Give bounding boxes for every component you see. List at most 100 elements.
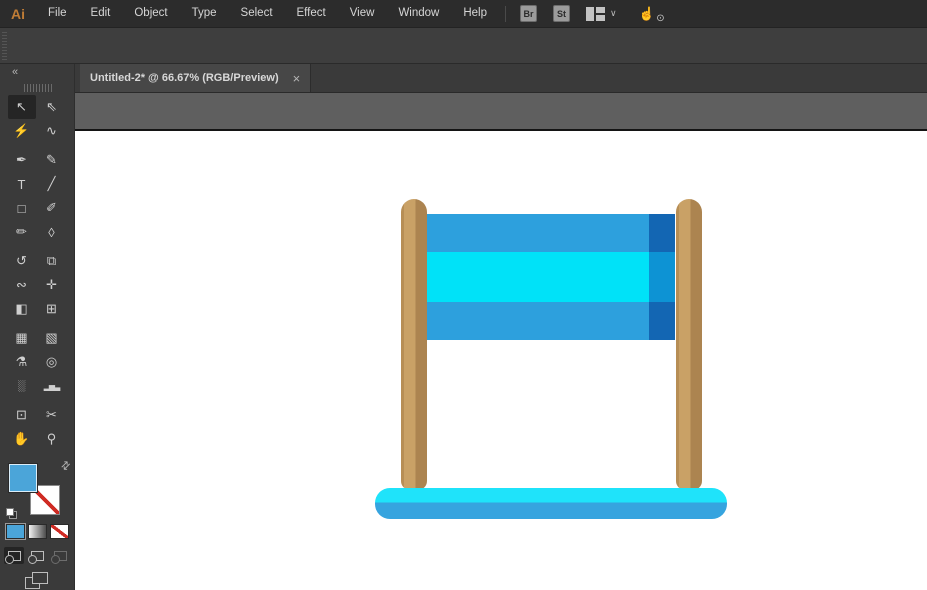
menu-type[interactable]: Type <box>180 0 229 27</box>
lasso-tool[interactable]: ∿ <box>38 119 66 143</box>
slice-tool[interactable]: ✂ <box>38 403 66 427</box>
swap-fill-stroke-icon[interactable]: ⇄ <box>58 458 74 474</box>
banner-stripe-blue-bottom[interactable] <box>427 302 675 340</box>
pen-tool-icon: ✒ <box>16 152 27 168</box>
paintbrush-tool[interactable]: ✐ <box>38 196 66 220</box>
zoom-tool-icon: ⚲ <box>47 431 57 447</box>
menubar-right: Br St ∨ ☝ ⊙ <box>520 5 665 22</box>
drawing-mode-buttons <box>4 547 70 564</box>
panel-grip[interactable] <box>2 32 7 60</box>
gradient-button[interactable] <box>28 524 47 539</box>
menu-window[interactable]: Window <box>386 0 451 27</box>
bridge-icon[interactable]: Br <box>520 5 537 22</box>
pen-tool[interactable]: ✒ <box>8 148 36 172</box>
pasteboard[interactable] <box>75 93 927 129</box>
banner-edge-shadow-middle[interactable] <box>649 252 675 302</box>
draw-normal-button[interactable] <box>4 547 24 564</box>
menu-object[interactable]: Object <box>122 0 179 27</box>
menu-help[interactable]: Help <box>451 0 499 27</box>
menu-view[interactable]: View <box>338 0 387 27</box>
direct-selection-tool[interactable]: ⇖ <box>38 95 66 119</box>
workspace-layout-icon <box>586 7 605 21</box>
none-button[interactable] <box>50 524 69 539</box>
paint-style-buttons <box>6 524 69 539</box>
artwork-right-post[interactable] <box>676 199 702 490</box>
draw-inside-button[interactable] <box>50 547 70 564</box>
artwork-base[interactable] <box>375 488 727 519</box>
draw-normal-icon <box>8 551 21 561</box>
mesh-tool[interactable]: ▦ <box>8 326 36 350</box>
eraser-tool-icon: ◊ <box>48 225 54 240</box>
magic-wand-tool[interactable]: ⚡ <box>8 119 36 143</box>
tool-group: ⊡ ✂ ✋ ⚲ <box>0 403 75 451</box>
puppet-warp-tool[interactable]: ✛ <box>38 273 66 297</box>
artwork-left-post[interactable] <box>401 199 427 490</box>
tools-panel: « ↖ ⇖ ⚡ ∿ ✒ ✎ T ╱□✐✏ ◊ ↺ ⧉ ∾ ✛ ◧ ⊞ ▦ ▧⚗ ◎ ░ ▂▅▃⊡ ✂ ✋ ⚲ ⇄ <box>0 64 75 590</box>
rotate-tool-icon: ↺ <box>16 253 27 269</box>
slice-tool-icon: ✂ <box>46 407 57 423</box>
hand-tool-icon: ✋ <box>13 431 29 447</box>
touch-workspace-icon[interactable]: ☝ ⊙ <box>639 6 665 22</box>
draw-behind-icon <box>31 551 44 561</box>
app-logo: Ai <box>0 6 36 22</box>
blend-tool[interactable]: ◎ <box>38 350 66 374</box>
document-tab[interactable]: Untitled-2* @ 66.67% (RGB/Preview) × <box>80 64 311 92</box>
menu-items: FileEditObjectTypeSelectEffectViewWindow… <box>36 0 499 27</box>
artboard-tool[interactable]: ⊡ <box>8 403 36 427</box>
menu-select[interactable]: Select <box>229 0 285 27</box>
blend-tool-icon: ◎ <box>46 354 57 370</box>
type-tool[interactable]: T <box>8 172 36 196</box>
eyedropper-tool[interactable]: ⚗ <box>8 350 36 374</box>
scale-tool[interactable]: ⧉ <box>38 249 66 273</box>
banner-edge-shadow-top[interactable] <box>649 214 675 252</box>
shaper-tool[interactable]: ✏ <box>8 220 36 244</box>
lasso-tool-icon: ∿ <box>46 123 57 139</box>
menu-bar: Ai FileEditObjectTypeSelectEffectViewWin… <box>0 0 927 28</box>
graph-tool[interactable]: ▂▅▃ <box>38 374 66 398</box>
fill-proxy-swatch[interactable] <box>8 463 38 493</box>
draw-behind-button[interactable] <box>27 547 47 564</box>
selection-tool[interactable]: ↖ <box>8 95 36 119</box>
menu-file[interactable]: File <box>36 0 79 27</box>
color-button[interactable] <box>6 524 25 539</box>
artwork-banner[interactable] <box>427 214 675 340</box>
menu-effect[interactable]: Effect <box>285 0 338 27</box>
symbol-sprayer-tool[interactable]: ░ <box>8 374 36 398</box>
banner-stripe-blue-top[interactable] <box>427 214 675 252</box>
width-tool[interactable]: ∾ <box>8 273 36 297</box>
fill-stroke-proxy: ⇄ <box>6 459 70 521</box>
width-tool-icon: ∾ <box>16 277 27 293</box>
type-tool-icon: T <box>18 177 26 192</box>
magic-wand-tool-icon: ⚡ <box>13 123 29 139</box>
shape-builder-tool[interactable]: ◧ <box>8 297 36 321</box>
hand-tool[interactable]: ✋ <box>8 427 36 451</box>
selection-tool-icon: ↖ <box>16 99 27 115</box>
zoom-tool[interactable]: ⚲ <box>38 427 66 451</box>
symbol-sprayer-tool-icon: ░ <box>18 380 26 392</box>
gradient-tool[interactable]: ▧ <box>38 326 66 350</box>
eraser-tool[interactable]: ◊ <box>38 220 66 244</box>
menu-edit[interactable]: Edit <box>79 0 123 27</box>
close-icon[interactable]: × <box>293 72 301 85</box>
artboard[interactable] <box>75 129 927 590</box>
rectangle-tool[interactable]: □ <box>8 196 36 220</box>
shape-builder-tool-icon: ◧ <box>15 301 27 317</box>
tool-group: ▦ ▧⚗ ◎ ░ ▂▅▃ <box>0 326 75 398</box>
default-fill-stroke-icon[interactable] <box>6 508 18 519</box>
scale-tool-icon: ⧉ <box>47 253 56 269</box>
workspace-switcher[interactable]: ∨ <box>586 7 617 21</box>
perspective-grid-tool[interactable]: ⊞ <box>38 297 66 321</box>
banner-stripe-cyan[interactable] <box>427 252 675 302</box>
rotate-tool[interactable]: ↺ <box>8 249 36 273</box>
direct-selection-tool-icon: ⇖ <box>46 99 57 115</box>
line-segment-tool[interactable]: ╱ <box>38 172 66 196</box>
change-screen-mode-button[interactable] <box>25 572 49 590</box>
stock-icon[interactable]: St <box>553 5 570 22</box>
draw-inside-icon <box>54 551 67 561</box>
banner-edge-shadow-bottom[interactable] <box>649 302 675 340</box>
collapse-panel-icon[interactable]: « <box>12 66 18 78</box>
mesh-tool-icon: ▦ <box>15 330 27 346</box>
power-icon: ⊙ <box>656 13 664 24</box>
curvature-tool[interactable]: ✎ <box>38 148 66 172</box>
panel-drag-grip[interactable] <box>24 84 52 92</box>
